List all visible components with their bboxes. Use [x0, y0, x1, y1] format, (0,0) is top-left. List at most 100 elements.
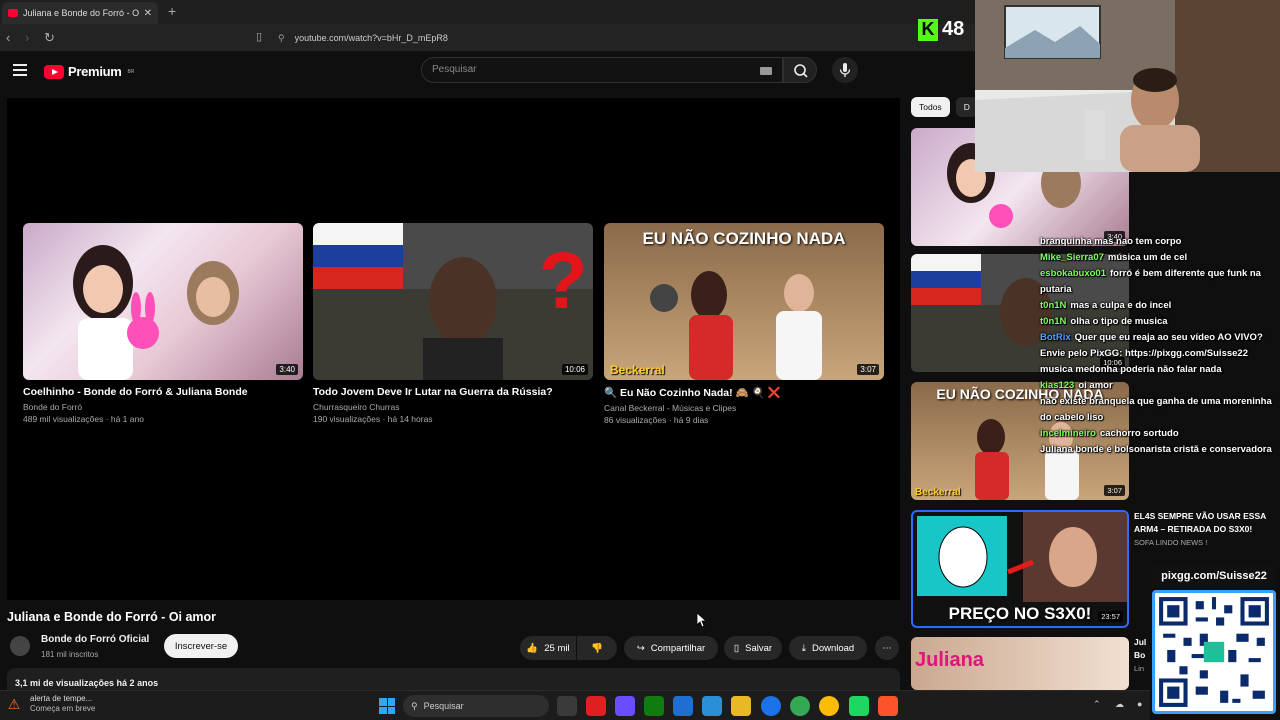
chat-text: putaria	[1040, 284, 1072, 295]
chat-message: Mike_Sierra07 música um de cel	[1040, 250, 1280, 266]
endscreen-card[interactable]: ? 10:06 Todo Jovem Deve Ir Lutar na Guer…	[313, 223, 593, 424]
video-player[interactable]: 3:40 Coelhinho - Bonde do Forró & Julian…	[7, 98, 900, 600]
share-button[interactable]: ↪ Compartilhar	[624, 636, 718, 660]
chat-message: musica medonha poderia não falar nada	[1040, 362, 1280, 378]
card-channel[interactable]: Canal Beckerral - Músicas e Clipes	[604, 403, 884, 413]
chat-message: branquinha mas nao tem corpo	[1040, 234, 1280, 250]
subscribe-button[interactable]: Inscrever-se	[164, 634, 238, 658]
reload-icon[interactable]: ↻	[44, 30, 55, 46]
channel-avatar[interactable]	[10, 636, 30, 656]
thumbnail-banner: PREÇO NO S3X0!	[948, 604, 1092, 623]
screen: Juliana e Bonde do Forró - Oi amor ✕ + ‹…	[0, 0, 1280, 720]
site-info-icon[interactable]: ⚲	[278, 29, 285, 47]
svg-text:?: ?	[539, 236, 588, 325]
description-box[interactable]: 3,1 mi de visualizações há 2 anos	[7, 668, 900, 692]
notes-app-icon[interactable]	[673, 696, 693, 716]
search-button[interactable]	[783, 57, 817, 83]
download-button[interactable]: ⤓ Download	[789, 636, 867, 660]
chip-all[interactable]: Todos	[911, 97, 950, 117]
more-actions-button[interactable]: ⋯	[875, 636, 899, 660]
chat-message: t0n1N mas a culpa e do incel	[1040, 298, 1280, 314]
app-icon[interactable]	[615, 696, 635, 716]
share-icon: ↪	[636, 642, 645, 654]
sidebar-item-title[interactable]: Jul	[1134, 636, 1150, 649]
url-field[interactable]: ⚲ youtube.com/watch?v=bHr_D_mEpR8	[278, 29, 968, 47]
xbox-icon[interactable]	[644, 696, 664, 716]
thumbnail-tag: Beckerral	[915, 487, 961, 498]
endscreen-thumbnail[interactable]: ? 10:06	[313, 223, 593, 380]
chat-text: forró é bem diferente que funk na	[1110, 268, 1261, 279]
menu-icon[interactable]	[13, 64, 27, 79]
chrome-alt-icon[interactable]	[819, 696, 839, 716]
youtube-logo-icon	[44, 64, 64, 79]
subscriber-count: 181 mil inscritos	[41, 650, 99, 659]
endscreen-card[interactable]: EU NÃO COZINHO NADA Beckerral 3:07 🔍 Eu …	[604, 223, 884, 425]
duration-badge: 3:07	[857, 364, 879, 375]
sidebar-item-info[interactable]: EL4S SEMPRE VÃO USAR ESSA ARM4 – RETIRAD…	[1134, 510, 1274, 547]
store-app-icon[interactable]	[702, 696, 722, 716]
back-icon[interactable]: ‹	[6, 30, 10, 45]
voice-search-button[interactable]	[832, 57, 858, 83]
new-tab-button[interactable]: +	[168, 3, 176, 19]
channel-name[interactable]: Bonde do Forró Oficial	[41, 634, 149, 645]
save-button[interactable]: ▯ Salvar	[724, 636, 782, 660]
chat-message: kias123 oi amor	[1040, 378, 1280, 394]
bookmark-icon[interactable]: ▯	[256, 30, 262, 43]
chrome-profile-icon[interactable]	[790, 696, 810, 716]
tray-mic-icon[interactable]: ●	[1137, 699, 1142, 709]
weather-title: alerta de tempe...	[30, 694, 93, 703]
file-explorer-icon[interactable]	[731, 696, 751, 716]
chrome-icon[interactable]	[761, 696, 781, 716]
mouse-cursor-icon	[697, 613, 707, 627]
pixgg-qr-code	[1152, 590, 1276, 714]
sidebar-item-info[interactable]: Jul Bo Lin	[1134, 636, 1150, 673]
sidebar-item-title[interactable]: EL4S SEMPRE VÃO USAR ESSA ARM4 – RETIRAD…	[1134, 510, 1274, 536]
thumbnail-banner: Juliana	[915, 649, 984, 671]
pixgg-link-label: pixgg.com/Suisse22	[1152, 566, 1276, 586]
weather-widget[interactable]: ⚠ alerta de tempe... Começa em breve	[4, 694, 96, 714]
thumbnail-art-icon	[650, 271, 822, 380]
endscreen-thumbnail[interactable]: 3:40	[23, 223, 303, 380]
chat-message: t0n1N olha o tipo de musica	[1040, 314, 1280, 330]
forward-icon[interactable]: ›	[25, 30, 29, 45]
thumbs-down-icon: 👎	[591, 642, 603, 654]
tray-network-icon[interactable]: ☁	[1115, 699, 1124, 710]
keyboard-icon[interactable]	[760, 67, 772, 75]
search-placeholder: Pesquisar	[432, 64, 477, 75]
thumbnail-art-icon	[73, 245, 239, 380]
start-menu-icon[interactable]	[379, 698, 395, 714]
browser-tab-bar: Juliana e Bonde do Forró - Oi amor ✕ +	[0, 0, 975, 24]
card-channel[interactable]: Bonde do Forró	[23, 402, 303, 412]
duration-badge: 23:57	[1098, 611, 1123, 622]
sidebar-thumbnail[interactable]: PREÇO NO S3X0! 23:57	[911, 510, 1129, 628]
card-title[interactable]: Coelhinho - Bonde do Forró & Juliana Bon…	[23, 386, 303, 398]
card-title[interactable]: 🔍 Eu Não Cozinho Nada! 🙈 🍳 ❌	[604, 386, 884, 399]
more-icon: ⋯	[882, 642, 892, 654]
dislike-button[interactable]: 👎	[577, 636, 617, 660]
youtube-app-icon[interactable]	[586, 696, 606, 716]
task-view-icon[interactable]	[557, 696, 577, 716]
app-green-icon[interactable]	[849, 696, 869, 716]
endscreen-card[interactable]: 3:40 Coelhinho - Bonde do Forró & Julian…	[23, 223, 303, 424]
browser-tab[interactable]: Juliana e Bonde do Forró - Oi amor ✕	[2, 2, 158, 24]
tab-close-icon[interactable]: ✕	[144, 8, 152, 19]
endscreen-thumbnail[interactable]: EU NÃO COZINHO NADA Beckerral 3:07	[604, 223, 884, 380]
search-input[interactable]: Pesquisar	[421, 57, 783, 83]
sidebar-thumbnail[interactable]: Juliana	[911, 637, 1129, 690]
chat-username: kias123	[1040, 380, 1075, 391]
card-title[interactable]: Todo Jovem Deve Ir Lutar na Guerra da Rú…	[313, 386, 593, 398]
weather-subtitle: Começa em breve	[30, 704, 96, 713]
chat-username: esbokabuxo01	[1040, 268, 1106, 279]
like-button[interactable]: 👍 25 mil	[520, 636, 576, 660]
taskbar-search[interactable]: ⚲ Pesquisar	[403, 695, 549, 717]
chat-text: musica medonha poderia não falar nada	[1040, 364, 1222, 375]
tray-chevron-icon[interactable]: ⌃	[1093, 699, 1101, 710]
weather-alert-icon: ⚠	[7, 696, 21, 712]
sidebar-item-title-line2: Bo	[1134, 650, 1146, 660]
brave-browser-icon[interactable]	[878, 696, 898, 716]
download-label: Download	[811, 642, 855, 654]
card-channel[interactable]: Churrasqueiro Churras	[313, 402, 593, 412]
chat-text: olha o tipo de musica	[1070, 316, 1168, 327]
youtube-premium-logo[interactable]: Premium BR	[44, 64, 134, 79]
card-meta: 489 mil visualizações · há 1 ano	[23, 414, 144, 424]
